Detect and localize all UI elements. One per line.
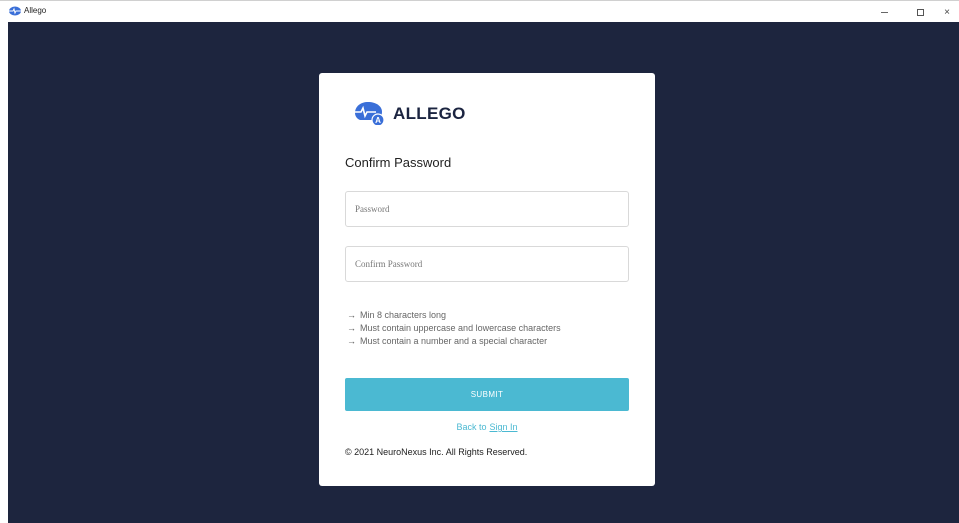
window-titlebar: Allego × — [0, 0, 959, 22]
brand-name: ALLEGO — [393, 104, 466, 123]
password-rule: → Must contain a number and a special ch… — [347, 335, 561, 348]
minimize-icon[interactable] — [870, 1, 898, 23]
password-rule: → Must contain uppercase and lowercase c… — [347, 322, 561, 335]
confirm-password-input[interactable] — [345, 246, 629, 282]
rule-text: Min 8 characters long — [360, 310, 447, 320]
svg-text:A: A — [375, 116, 381, 125]
confirm-password-card: A ALLEGO Confirm Password → Min 8 charac… — [319, 73, 655, 486]
back-prefix: Back to — [456, 422, 487, 432]
window-title: Allego — [24, 6, 47, 15]
page-title: Confirm Password — [345, 155, 452, 170]
close-icon[interactable]: × — [933, 1, 959, 23]
arrow-right-icon: → — [347, 310, 356, 320]
rule-text: Must contain uppercase and lowercase cha… — [360, 323, 561, 333]
password-rule: → Min 8 characters long — [347, 309, 561, 322]
arrow-right-icon: → — [347, 336, 356, 346]
sign-in-link[interactable]: Sign In — [489, 422, 517, 432]
allego-logo-icon: A — [353, 102, 385, 125]
maximize-icon[interactable] — [906, 1, 934, 23]
rule-text: Must contain a number and a special char… — [360, 336, 548, 346]
copyright-text: © 2021 NeuroNexus Inc. All Rights Reserv… — [345, 447, 528, 457]
back-to-sign-in: Back to Sign In — [319, 422, 655, 432]
submit-button[interactable]: SUBMIT — [345, 378, 629, 411]
arrow-right-icon: → — [347, 323, 356, 333]
allego-app-icon — [9, 6, 21, 16]
password-rules: → Min 8 characters long → Must contain u… — [347, 309, 561, 348]
password-input[interactable] — [345, 191, 629, 227]
